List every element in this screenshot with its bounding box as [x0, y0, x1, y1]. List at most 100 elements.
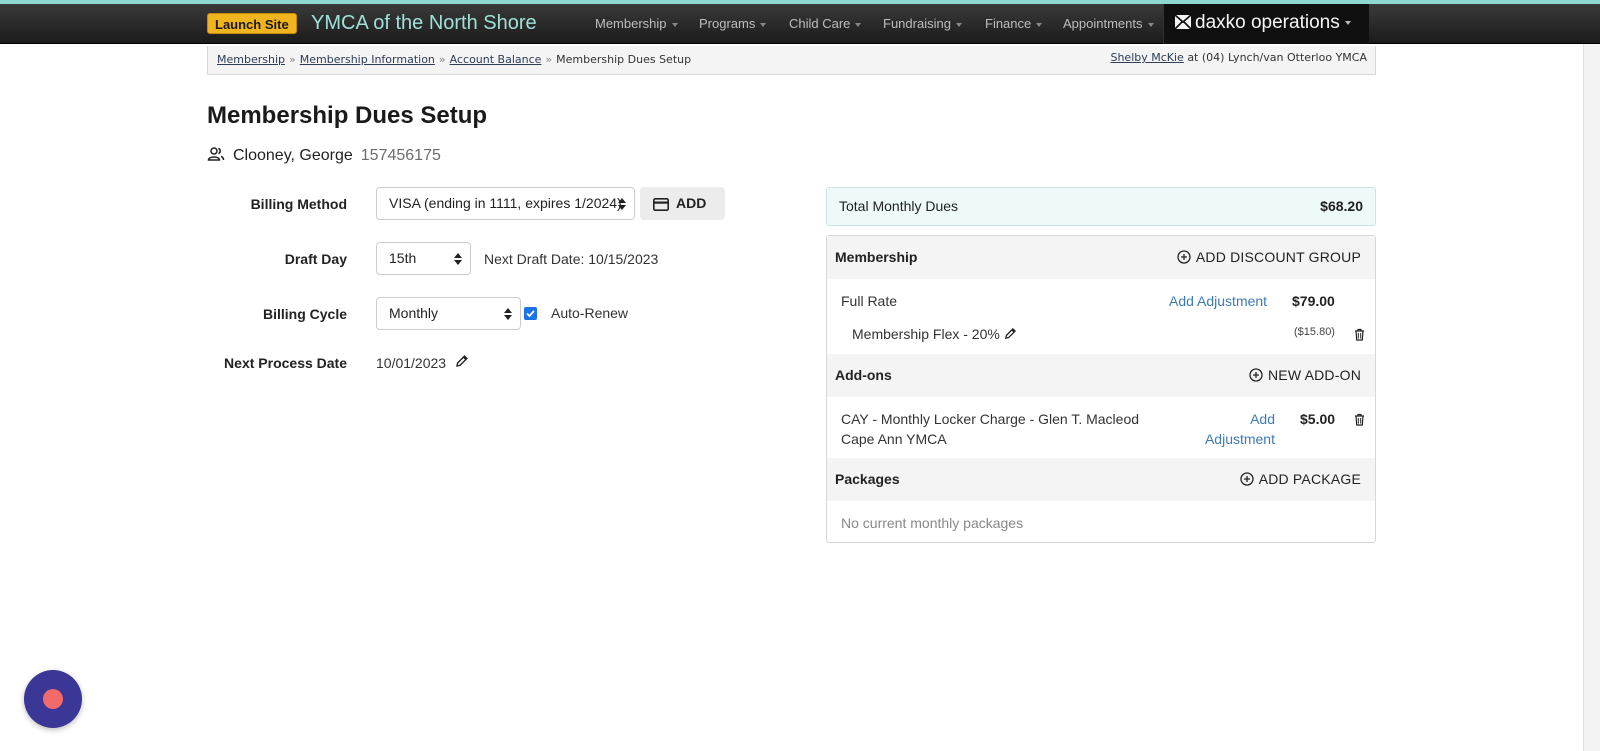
membership-header-label: Membership: [835, 249, 918, 265]
brand-title[interactable]: YMCA of the North Shore: [311, 10, 537, 36]
nav-menu-child-care[interactable]: Child Care: [789, 4, 862, 44]
membership-item-amount: $79.00: [1292, 293, 1335, 309]
user-context: Shelby McKie at (04) Lynch/van Otterloo …: [1110, 44, 1367, 72]
next-process-date-value: 10/01/2023: [376, 355, 447, 371]
discount-item: Membership Flex - 20%: [852, 326, 1017, 342]
discount-amount: ($15.80): [1294, 326, 1335, 338]
billing-method-select[interactable]: VISA (ending in 1111, expires 1/2024): [376, 187, 635, 220]
select-arrows-icon: [504, 308, 512, 320]
launch-site-button[interactable]: Launch Site: [207, 13, 297, 34]
breadcrumb-link-account-balance[interactable]: Account Balance: [450, 53, 542, 66]
addon-item-line1: CAY - Monthly Locker Charge - Glen T. Ma…: [841, 411, 1140, 427]
membership-section-header: Membership ADD DISCOUNT GROUP: [827, 236, 1375, 279]
nav-menu-label: Child Care: [789, 16, 851, 31]
membership-item-name: Full Rate: [841, 293, 898, 309]
add-billing-method-button[interactable]: ADD: [640, 187, 725, 220]
chevron-down-icon: [1344, 20, 1351, 25]
breadcrumb-link-membership-information[interactable]: Membership Information: [300, 53, 435, 66]
nav-menu-label: Membership: [595, 16, 667, 31]
add-package-button[interactable]: ADD PACKAGE: [1240, 458, 1361, 501]
new-addon-button[interactable]: NEW ADD-ON: [1249, 354, 1361, 397]
next-process-date-label: Next Process Date: [224, 355, 347, 371]
add-package-label: ADD PACKAGE: [1258, 471, 1361, 487]
add-discount-group-label: ADD DISCOUNT GROUP: [1195, 249, 1361, 265]
draft-day-value: 15th: [389, 250, 417, 266]
breadcrumb-separator: »: [545, 53, 553, 66]
breadcrumb-separator: »: [289, 53, 296, 66]
total-amount: $68.20: [1320, 198, 1363, 214]
addon-adjustment-line2: Adjustment: [1204, 431, 1275, 447]
edit-pencil-icon[interactable]: [455, 354, 469, 368]
chevron-down-icon: [1147, 22, 1154, 27]
add-adjustment-link[interactable]: Add Adjustment: [1169, 293, 1267, 309]
addon-item-name: CAY - Monthly Locker Charge - Glen T. Ma…: [841, 409, 1139, 449]
breadcrumb-current: Membership Dues Setup: [556, 53, 692, 66]
plus-circle-icon: [1249, 368, 1263, 382]
billing-cycle-select[interactable]: Monthly: [376, 297, 521, 330]
nav-menu-programs[interactable]: Programs: [699, 4, 767, 44]
chevron-down-icon: [1036, 22, 1043, 27]
billing-cycle-label: Billing Cycle: [262, 306, 347, 322]
vertical-scrollbar[interactable]: [1583, 44, 1600, 751]
auto-renew-checkbox[interactable]: [524, 307, 537, 320]
packages-empty-message: No current monthly packages: [841, 515, 1024, 531]
product-switcher[interactable]: daxko operations: [1163, 4, 1369, 44]
help-launcher-button[interactable]: [24, 670, 82, 728]
user-location: at (04) Lynch/van Otterloo YMCA: [1187, 51, 1367, 64]
top-navbar: Launch Site YMCA of the North Shore Memb…: [0, 4, 1600, 44]
envelope-icon: [1174, 14, 1192, 30]
breadcrumb-link-membership[interactable]: Membership: [217, 53, 285, 66]
discount-name: Membership Flex - 20%: [852, 326, 1000, 342]
chevron-down-icon: [955, 22, 962, 27]
member-id: 157456175: [360, 147, 441, 164]
breadcrumb-separator: »: [438, 53, 446, 66]
addons-section-header: Add-ons NEW ADD-ON: [827, 354, 1375, 397]
trash-icon[interactable]: [1354, 413, 1365, 426]
nav-menu-label: Programs: [699, 16, 756, 31]
chevron-down-icon: [760, 22, 767, 27]
chevron-down-icon: [671, 22, 678, 27]
chevron-down-icon: [855, 22, 862, 27]
checkmark-icon: [526, 310, 535, 318]
select-arrows-icon: [618, 198, 626, 210]
next-draft-date: Next Draft Date: 10/15/2023: [484, 251, 659, 267]
product-name: daxko operations: [1195, 12, 1340, 33]
billing-method-label: Billing Method: [250, 196, 347, 212]
add-button-label: ADD: [676, 195, 707, 211]
users-icon: [207, 147, 225, 161]
trash-icon[interactable]: [1354, 328, 1365, 341]
page-title: Membership Dues Setup: [207, 102, 488, 129]
breadcrumb: Membership» Membership Information» Accoun…: [207, 46, 1376, 75]
nav-menu-membership[interactable]: Membership: [595, 4, 678, 44]
addons-header-label: Add-ons: [835, 367, 892, 383]
dues-breakdown-panel: Membership ADD DISCOUNT GROUP Full Rate …: [826, 235, 1376, 543]
total-monthly-dues: Total Monthly Dues $68.20: [826, 187, 1376, 226]
draft-day-label: Draft Day: [284, 251, 347, 267]
add-discount-group-button[interactable]: ADD DISCOUNT GROUP: [1177, 236, 1361, 279]
nav-menu-finance[interactable]: Finance: [985, 4, 1043, 44]
nav-menu-label: Finance: [985, 16, 1032, 31]
user-link[interactable]: Shelby McKie: [1110, 51, 1183, 64]
addon-item-amount: $5.00: [1300, 411, 1336, 427]
auto-renew-label: Auto-Renew: [551, 305, 629, 321]
new-addon-label: NEW ADD-ON: [1268, 367, 1361, 383]
total-label: Total Monthly Dues: [839, 198, 959, 214]
packages-section-header: Packages ADD PACKAGE: [827, 458, 1375, 501]
billing-cycle-value: Monthly: [389, 305, 439, 321]
member-name: Clooney, George: [233, 147, 353, 164]
record-dot-icon: [43, 689, 63, 709]
plus-circle-icon: [1177, 250, 1191, 264]
draft-day-select[interactable]: 15th: [376, 242, 471, 275]
addon-adjustment-line1: Add: [1250, 411, 1275, 427]
nav-menu-appointments[interactable]: Appointments: [1063, 4, 1154, 44]
credit-card-icon: [653, 198, 669, 211]
nav-menu-label: Fundraising: [883, 16, 951, 31]
select-arrows-icon: [454, 253, 462, 265]
edit-pencil-icon[interactable]: [1004, 327, 1017, 340]
addon-add-adjustment-link[interactable]: Add Adjustment: [1175, 409, 1275, 449]
nav-menu-label: Appointments: [1063, 16, 1143, 31]
addon-item-line2: Cape Ann YMCA: [841, 431, 947, 447]
plus-circle-icon: [1240, 472, 1254, 486]
member-header: Clooney, George 157456175: [207, 146, 441, 165]
nav-menu-fundraising[interactable]: Fundraising: [883, 4, 962, 44]
